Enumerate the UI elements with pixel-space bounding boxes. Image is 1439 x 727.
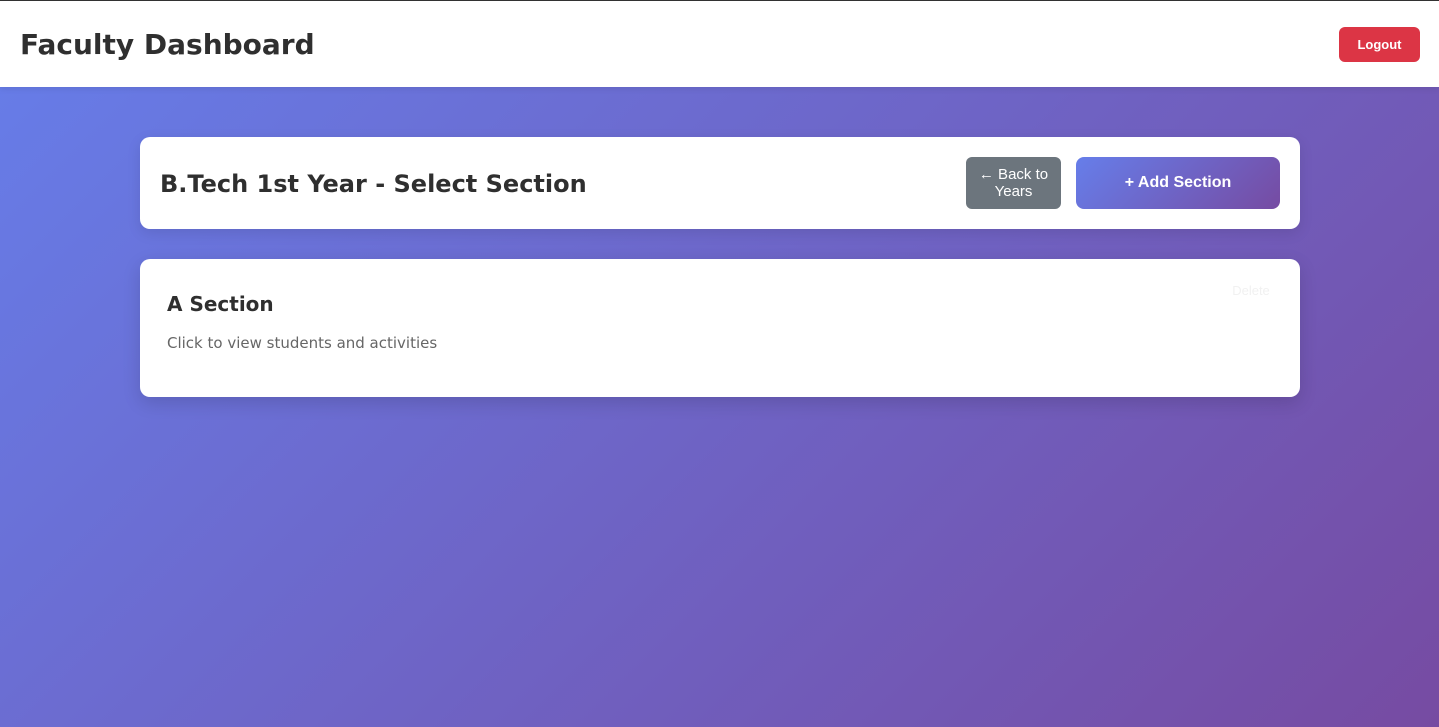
navbar: Faculty Dashboard Logout — [0, 1, 1439, 87]
section-header-card: B.Tech 1st Year - Select Section ← Back … — [140, 137, 1300, 229]
logout-button[interactable]: Logout — [1339, 27, 1420, 62]
header-title: B.Tech 1st Year - Select Section — [160, 170, 587, 198]
section-name: A Section — [167, 292, 274, 316]
page-title: Faculty Dashboard — [20, 28, 315, 61]
section-card[interactable]: A Section Click to view students and act… — [140, 259, 1300, 397]
section-description: Click to view students and activities — [167, 334, 438, 352]
add-section-button[interactable]: + Add Section — [1076, 157, 1280, 209]
back-to-years-button[interactable]: ← Back to Years — [966, 157, 1061, 209]
delete-section-button[interactable]: Delete — [1223, 281, 1279, 299]
